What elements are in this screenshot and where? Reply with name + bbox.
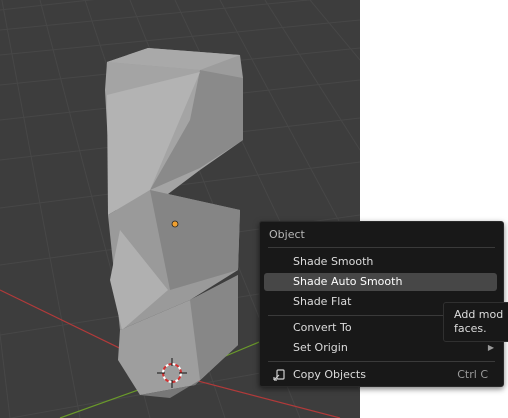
menu-item-label: Copy Objects: [293, 368, 366, 381]
menu-item-shade-smooth[interactable]: Shade Smooth: [264, 253, 497, 271]
menu-item-copy-objects[interactable]: Copy Objects Ctrl C: [264, 366, 497, 384]
tooltip: Add mod faces.: [443, 302, 508, 342]
menu-item-label: Shade Smooth: [293, 255, 374, 268]
tooltip-line-2: faces.: [454, 322, 487, 335]
menu-divider: [268, 247, 495, 248]
copy-icon: [273, 369, 285, 381]
shortcut-label: Ctrl C: [457, 368, 488, 381]
menu-item-label: Convert To: [293, 321, 352, 334]
menu-item-label: Set Origin: [293, 341, 348, 354]
menu-item-label: Shade Flat: [293, 295, 352, 308]
tooltip-line-1: Add mod: [454, 308, 504, 321]
menu-title: Object: [269, 228, 305, 241]
menu-divider: [268, 361, 495, 362]
menu-item-shade-auto-smooth[interactable]: Shade Auto Smooth: [264, 273, 497, 291]
menu-item-label: Shade Auto Smooth: [293, 275, 403, 288]
origin-dot[interactable]: [171, 220, 179, 228]
